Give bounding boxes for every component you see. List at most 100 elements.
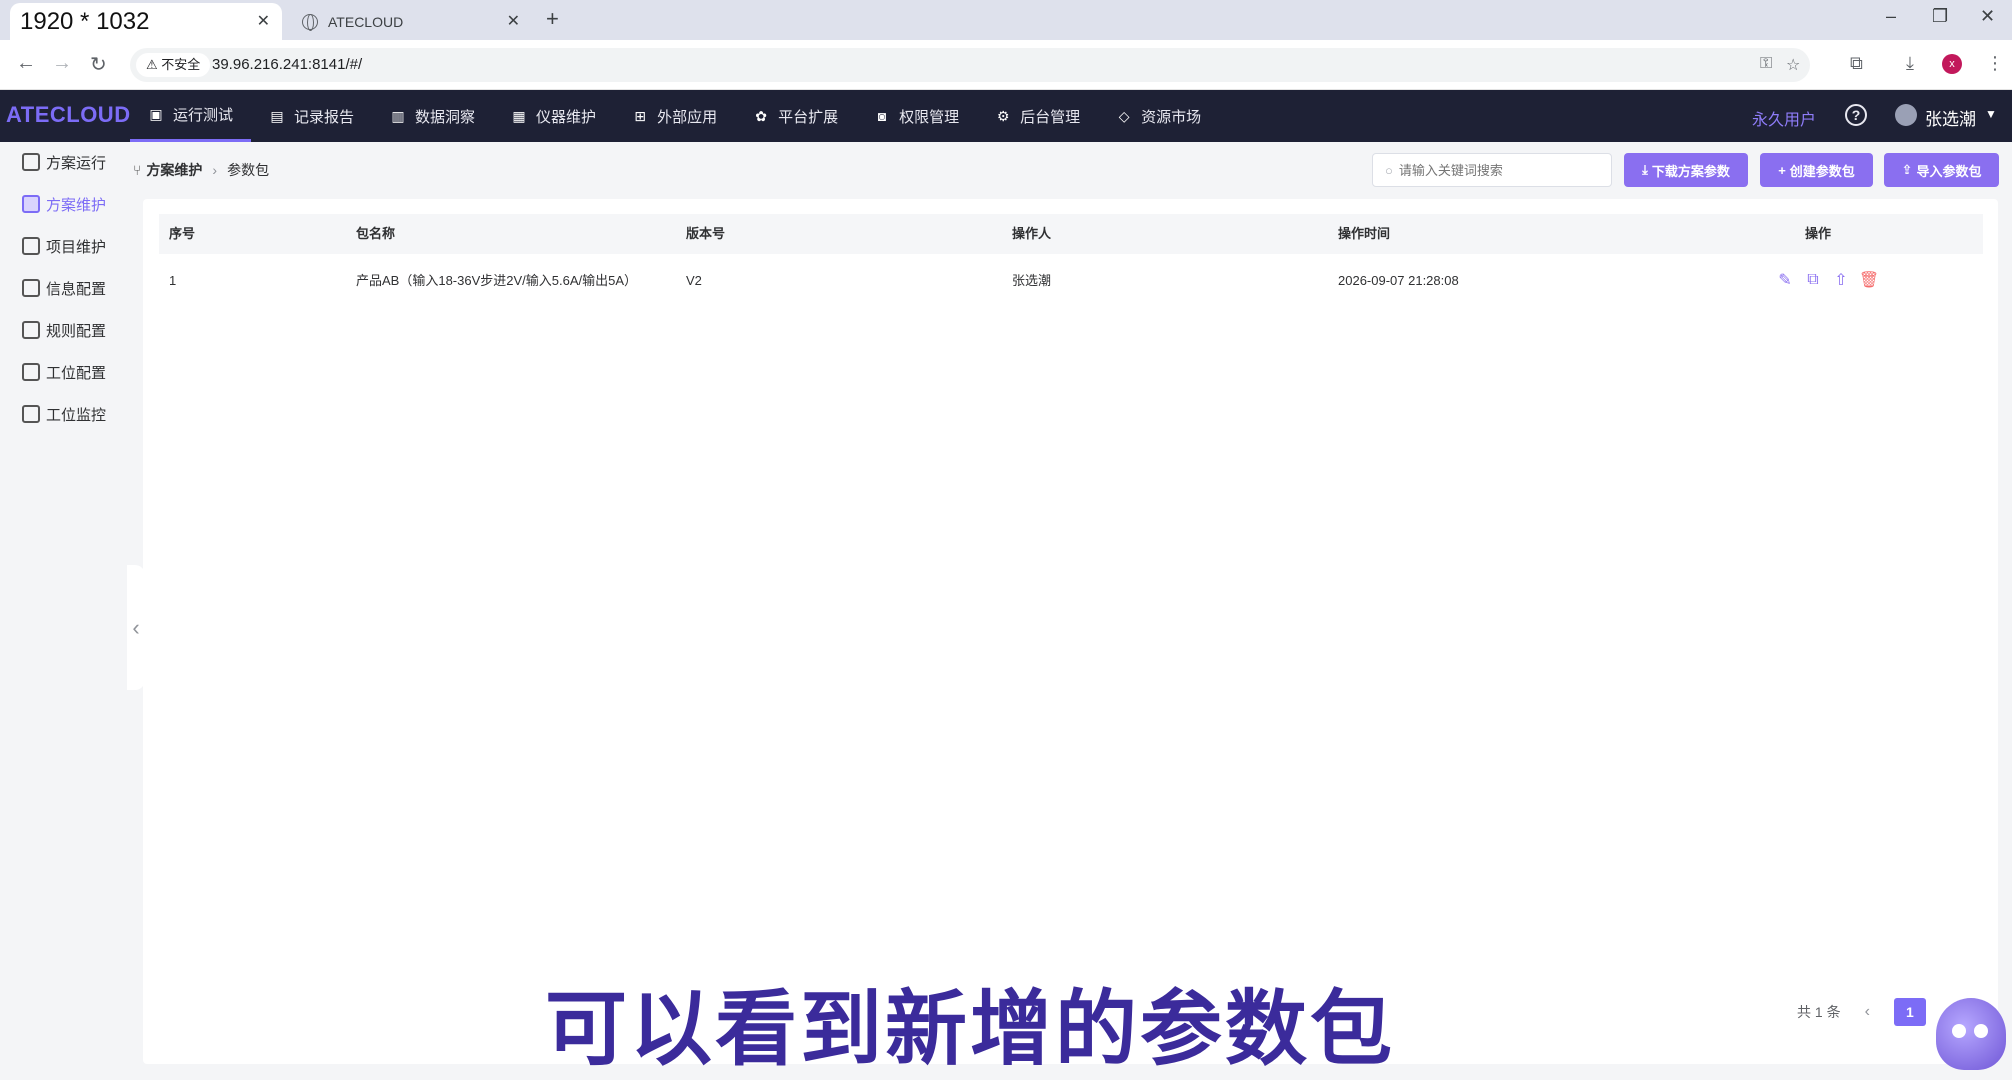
chart-icon: [22, 153, 40, 171]
edit-icon[interactable]: ✎: [1776, 271, 1794, 289]
tab-title: 1920 * 1032: [20, 7, 150, 35]
extensions-icon[interactable]: ⧉: [1850, 53, 1863, 74]
browser-tab-active[interactable]: 1920 * 1032 ✕: [10, 3, 282, 40]
breadcrumb-current: 参数包: [227, 162, 270, 178]
cluster-icon: ✿: [755, 107, 767, 124]
minimize-icon[interactable]: –: [1886, 6, 1896, 27]
nav-label: 数据洞察: [415, 108, 476, 126]
globe-icon: [302, 13, 318, 31]
help-icon[interactable]: ?: [1845, 104, 1867, 126]
branch-icon: ⑂: [133, 162, 142, 178]
tab-title: ATECLOUD: [328, 13, 404, 30]
nav-instrument[interactable]: ▦ 仪器维护: [493, 90, 614, 142]
sidebar-item-label: 信息配置: [46, 280, 107, 298]
search-icon: ○: [1385, 162, 1393, 178]
page-number[interactable]: 1: [1893, 998, 1926, 1026]
browser-tab-atecloud[interactable]: ATECLOUD ✕: [292, 3, 532, 40]
download-icon: ⤓: [1642, 162, 1648, 177]
profile-avatar[interactable]: x: [1942, 54, 1962, 74]
nav-label: 运行测试: [173, 107, 234, 124]
menu-icon[interactable]: ⋮: [1986, 53, 2004, 74]
search-box[interactable]: ○: [1372, 153, 1612, 187]
sidebar-item-rule-config[interactable]: 规则配置: [0, 310, 127, 350]
url-text[interactable]: 39.96.216.241:8141/#/: [212, 56, 362, 73]
nav-label: 仪器维护: [536, 108, 597, 126]
user-name[interactable]: 张选潮: [1925, 105, 1976, 130]
table-card: 序号 包名称 版本号 操作人 操作时间 操作 1 产品AB（输入18-36V步进…: [143, 199, 1998, 1064]
back-icon[interactable]: ←: [16, 52, 36, 75]
row-actions: ✎ ⧉ ⇧ 🗑: [1776, 271, 1879, 289]
folder-icon: [22, 195, 40, 213]
browser-tab-bar: 1920 * 1032 ✕ ATECLOUD ✕ + – ❐ ✕: [0, 0, 2012, 40]
nav-data-insight[interactable]: ▥ 数据洞察: [372, 90, 493, 142]
key-icon[interactable]: ⚿: [1760, 55, 1772, 73]
pagination: 共 1 条 ‹ 1: [1797, 998, 1926, 1026]
nav-label: 权限管理: [899, 108, 960, 126]
cell-operator: 张选潮: [1012, 273, 1052, 288]
download-scheme-params-button[interactable]: ⤓ 下载方案参数: [1624, 153, 1748, 187]
copy-icon[interactable]: ⧉: [1804, 271, 1822, 289]
reload-icon[interactable]: ↻: [90, 52, 107, 77]
rules-icon: [22, 321, 40, 339]
button-label: 下载方案参数: [1651, 163, 1730, 179]
export-icon[interactable]: ⇧: [1832, 271, 1850, 289]
chevron-left-icon: ‹: [132, 614, 140, 640]
insecure-label: 不安全: [161, 57, 201, 72]
app-header: ATECLOUD ▣ 运行测试 ▤ 记录报告 ▥ 数据洞察 ▦ 仪器维护 ⊞ 外部应用 ✿…: [0, 90, 2012, 142]
sidebar-item-label: 规则配置: [46, 322, 107, 340]
sidebar-item-label: 方案维护: [46, 196, 107, 214]
avatar[interactable]: [1895, 104, 1917, 126]
nav-platform-ext[interactable]: ✿ 平台扩展: [735, 90, 856, 142]
nav-label: 后台管理: [1020, 108, 1081, 126]
chevron-left-icon[interactable]: ‹: [1865, 1003, 1870, 1021]
create-param-package-button[interactable]: + 创建参数包: [1760, 153, 1873, 187]
nav-label: 记录报告: [294, 108, 355, 126]
sidebar-item-project[interactable]: 项目维护: [0, 226, 127, 266]
new-tab-icon[interactable]: +: [546, 6, 559, 32]
cell-version: V2: [686, 273, 702, 288]
upload-cloud-icon: ⇪: [1901, 162, 1913, 177]
sidebar-item-label: 工位监控: [46, 406, 107, 424]
nav-permissions[interactable]: ◙ 权限管理: [856, 90, 977, 142]
nav-resource-market[interactable]: ◇ 资源市场: [1098, 90, 1219, 142]
sidebar-item-scheme-maintain[interactable]: 方案维护: [0, 184, 127, 224]
sidebar-item-station-monitor[interactable]: 工位监控: [0, 394, 127, 434]
plus-icon: +: [1778, 162, 1786, 178]
insecure-badge[interactable]: ⚠ 不安全: [136, 53, 211, 77]
download-icon[interactable]: ⤓: [1906, 53, 1914, 74]
sidebar-item-info-config[interactable]: 信息配置: [0, 268, 127, 308]
address-bar: ← → ↻ ⚠ 不安全 39.96.216.241:8141/#/ ⚿ ☆ ⧉ …: [0, 40, 2012, 90]
nav-backend[interactable]: ⚙ 后台管理: [977, 90, 1098, 142]
restore-icon[interactable]: ❐: [1932, 6, 1948, 27]
close-icon[interactable]: ✕: [507, 11, 520, 31]
sidebar-item-station-config[interactable]: 工位配置: [0, 352, 127, 392]
column-header-name: 包名称: [356, 226, 396, 241]
breadcrumb-parent[interactable]: 方案维护: [146, 160, 202, 180]
delete-icon[interactable]: 🗑: [1859, 271, 1879, 289]
forward-icon[interactable]: →: [52, 52, 72, 75]
keyboard-icon: ▦: [512, 107, 526, 124]
close-icon[interactable]: ✕: [257, 11, 270, 31]
star-icon[interactable]: ☆: [1786, 55, 1800, 75]
sidebar-item-label: 工位配置: [46, 364, 107, 382]
nav-label: 资源市场: [1141, 108, 1202, 126]
search-input[interactable]: [1398, 162, 1589, 178]
mascot-icon: [1936, 998, 2006, 1070]
nav-reports[interactable]: ▤ 记录报告: [251, 90, 372, 142]
caret-down-icon[interactable]: ▼: [1985, 107, 1997, 121]
monitor-icon: [22, 405, 40, 423]
import-param-package-button[interactable]: ⇪ 导入参数包: [1884, 153, 1999, 187]
nav-external-apps[interactable]: ⊞ 外部应用: [614, 90, 735, 142]
tag-icon: ◇: [1118, 107, 1130, 124]
nav-run-test[interactable]: ▣ 运行测试: [130, 90, 252, 142]
omnibox[interactable]: ⚠ 不安全 39.96.216.241:8141/#/ ⚿ ☆: [130, 48, 1810, 82]
total-count: 共 1 条: [1797, 1004, 1841, 1020]
window-close-icon[interactable]: ✕: [1980, 6, 1995, 27]
button-label: 创建参数包: [1789, 163, 1855, 179]
column-header-version: 版本号: [686, 226, 726, 241]
sidebar-item-label: 方案运行: [46, 154, 107, 172]
logo: ATECLOUD: [6, 102, 131, 127]
sidebar-item-scheme-run[interactable]: 方案运行: [0, 142, 127, 182]
robot-icon: ◙: [877, 108, 887, 124]
breadcrumb: ⑂ 方案维护 › 参数包: [133, 160, 269, 180]
